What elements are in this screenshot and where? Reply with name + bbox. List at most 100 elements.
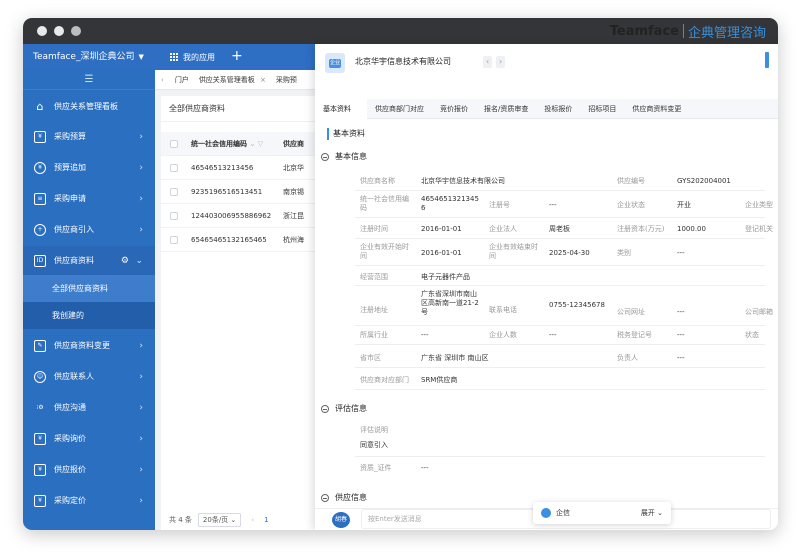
qixin-widget[interactable]: 企信 展开 ⌄ <box>533 502 671 524</box>
tab-basic-info[interactable]: 基本资料 <box>315 99 367 119</box>
label-certificate: 资质_证件 <box>360 464 392 472</box>
chevron-right-icon: › <box>139 162 143 173</box>
column-header-credit-code[interactable]: 统一社会信用编码 ⌄ ▽ <box>191 139 283 149</box>
home-icon: ⌂ <box>36 100 44 113</box>
sidebar-item-budget[interactable]: ¥ 采购预算 › <box>23 122 155 151</box>
supplier-table: 统一社会信用编码 ⌄ ▽ 供应商 46546513213456 北京华 9235… <box>161 132 315 252</box>
sidebar-item-communicate[interactable]: ⁝⚙ 供应沟通 › <box>23 393 155 422</box>
section-evaluation[interactable]: 评估信息 <box>321 402 367 416</box>
sidebar-item-change[interactable]: ✎ 供应商资料变更 › <box>23 331 155 360</box>
gear-icon[interactable]: ⚙ <box>121 256 129 266</box>
tab-tender-quote[interactable]: 投标报价 <box>536 99 580 119</box>
tab-tender-project[interactable]: 招标项目 <box>580 99 624 119</box>
label-capital: 注册资本(万元) <box>617 225 665 233</box>
company-switcher[interactable]: Teamface_深圳企典公司 ▼ <box>33 44 144 70</box>
sidebar-item-label: 供应报价 <box>54 465 86 474</box>
label-email: 公司邮箱 <box>745 308 773 316</box>
sidebar-item-dashboard[interactable]: ⌂ 供应关系管理看板 <box>23 92 155 121</box>
sidebar-item-quote[interactable]: ¥ 供应报价 › <box>23 455 155 484</box>
sidebar-subitem-created-by-me[interactable]: 我创建的 <box>23 302 155 329</box>
sidebar-item-supplier-data[interactable]: ID 供应商资料 ⚙ ⌄ <box>23 246 155 275</box>
row-checkbox[interactable] <box>170 235 178 244</box>
page-size-select[interactable]: 20条/页 ⌄ <box>197 513 242 527</box>
supplier-data-icon: ID <box>34 254 46 267</box>
brand-separator <box>682 24 684 38</box>
tabs-back-icon[interactable]: ‹ <box>155 70 170 90</box>
label-legal-person: 企业法人 <box>489 225 517 233</box>
label-category: 类别 <box>617 249 631 257</box>
value-reg-time: 2016-01-01 <box>421 225 462 233</box>
qixin-label: 企信 <box>556 509 570 517</box>
value-supplier-no: GYS202004001 <box>677 177 731 185</box>
column-header-supplier[interactable]: 供应商 <box>283 139 313 149</box>
table-row[interactable]: 9235196516513451 南京锡 <box>161 180 315 204</box>
zoom-window-dot[interactable] <box>71 26 81 36</box>
sidebar-item-budget-add[interactable]: ¥ 预算追加 › <box>23 153 155 182</box>
avatar[interactable]: 胡春 <box>332 512 350 528</box>
divider <box>355 325 765 326</box>
label-credit-code: 统一社会信用编码 <box>360 195 409 212</box>
chevron-down-icon: ▼ <box>138 53 144 61</box>
divider <box>355 456 765 457</box>
next-record-icon[interactable]: › <box>496 56 506 68</box>
expand-button[interactable]: 展开 ⌄ <box>641 508 663 518</box>
table-row[interactable]: 46546513213456 北京华 <box>161 156 315 180</box>
table-row[interactable]: 65465465132165465 杭州海 <box>161 228 315 252</box>
cell-supplier: 杭州海 <box>283 235 304 244</box>
value-owner: --- <box>677 354 685 362</box>
minimize-window-dot[interactable] <box>54 26 64 36</box>
cell-credit-code: 46546513213456 <box>191 163 254 172</box>
my-apps-button[interactable]: 我的应用 <box>170 44 215 70</box>
label-dept: 供应商对应部门 <box>360 376 409 384</box>
drawer-toggle-handle[interactable] <box>765 52 769 68</box>
label-state: 状态 <box>745 331 759 339</box>
tab-kanban[interactable]: 供应关系管理看板 × <box>194 70 271 90</box>
row-checkbox[interactable] <box>170 211 178 220</box>
value-website: --- <box>677 308 685 316</box>
menu-collapse-icon[interactable]: ☰ <box>23 70 155 90</box>
sidebar-item-pricing[interactable]: ¥ 采购定价 › <box>23 486 155 515</box>
divider <box>355 367 765 368</box>
tab-dept-mapping[interactable]: 供应商部门对应 <box>367 99 432 119</box>
close-icon[interactable]: × <box>260 76 266 84</box>
tab-home[interactable]: 门户 <box>170 70 194 90</box>
prev-record-icon[interactable]: ‹ <box>483 56 493 68</box>
budget-icon: ¥ <box>34 130 46 143</box>
table-row[interactable]: 124403006955886962 浙江昆 <box>161 204 315 228</box>
tab-bidding-quote[interactable]: 竞价报价 <box>432 99 476 119</box>
select-all-checkbox[interactable] <box>170 139 178 148</box>
chevron-right-icon: › <box>139 371 143 382</box>
tab-data-change[interactable]: 供应商资料变更 <box>624 99 689 119</box>
tab-budget[interactable]: 采购预 <box>271 70 302 90</box>
divider <box>355 190 765 191</box>
sidebar-item-contacts[interactable]: ☺ 供应联系人 › <box>23 362 155 391</box>
label-scope: 经营范围 <box>360 273 388 281</box>
page-number[interactable]: 1 <box>264 516 268 524</box>
close-window-dot[interactable] <box>37 26 47 36</box>
sidebar-item-inquiry[interactable]: ¥ 采购询价 › <box>23 424 155 453</box>
sidebar-subitem-all-suppliers[interactable]: 全部供应商资料 <box>23 275 155 302</box>
collapse-icon <box>321 405 329 413</box>
collapse-icon <box>321 494 329 502</box>
sidebar-item-supplier-intro[interactable]: + 供应商引入 › <box>23 215 155 244</box>
value-supplier-name: 北京华宇信息技术有限公司 <box>421 177 505 185</box>
pagination: 共 4 条 20条/页 ⌄ ‹ 1 <box>161 510 315 530</box>
page-tabs: ‹ 门户 供应关系管理看板 × 采购预 <box>155 70 315 90</box>
supplier-detail-drawer: 企业 北京华宇信息技术有限公司 ‹ › 基本资料 供应商部门对应 竞价报价 报名… <box>315 44 778 530</box>
section-basic-info[interactable]: 基本信息 <box>321 150 367 164</box>
add-icon[interactable]: + <box>231 44 243 70</box>
sidebar-item-request[interactable]: ≡ 采购申请 › <box>23 184 155 213</box>
label-website: 公司网址 <box>617 308 645 316</box>
row-checkbox[interactable] <box>170 163 178 172</box>
sort-icon[interactable]: ⌄ ▽ <box>249 140 263 148</box>
section-supply[interactable]: 供应信息 <box>321 491 367 505</box>
prev-page-icon[interactable]: ‹ <box>251 516 254 524</box>
tab-qualification[interactable]: 报名/资质审查 <box>476 99 536 119</box>
sidebar: ☰ ⌂ 供应关系管理看板 ¥ 采购预算 › ¥ 预算追加 › ≡ 采购申请 › … <box>23 70 155 530</box>
chevron-right-icon: › <box>139 224 143 235</box>
sidebar-item-label: 供应商引入 <box>54 225 94 234</box>
divider <box>355 389 765 390</box>
row-checkbox[interactable] <box>170 187 178 196</box>
label-reg-no: 注册号 <box>489 201 510 209</box>
divider <box>355 285 765 286</box>
